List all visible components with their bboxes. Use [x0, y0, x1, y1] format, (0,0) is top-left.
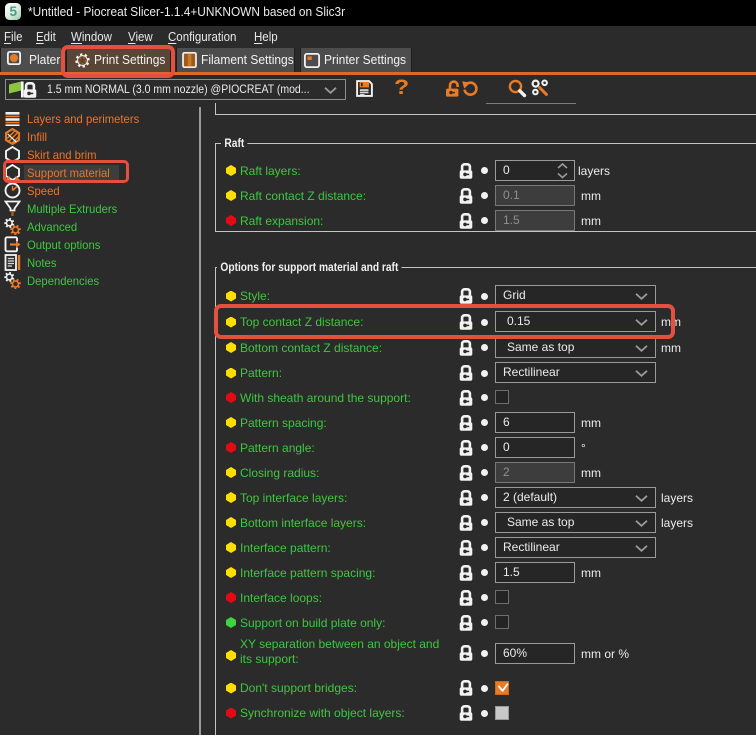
svg-text:5: 5	[9, 4, 17, 19]
